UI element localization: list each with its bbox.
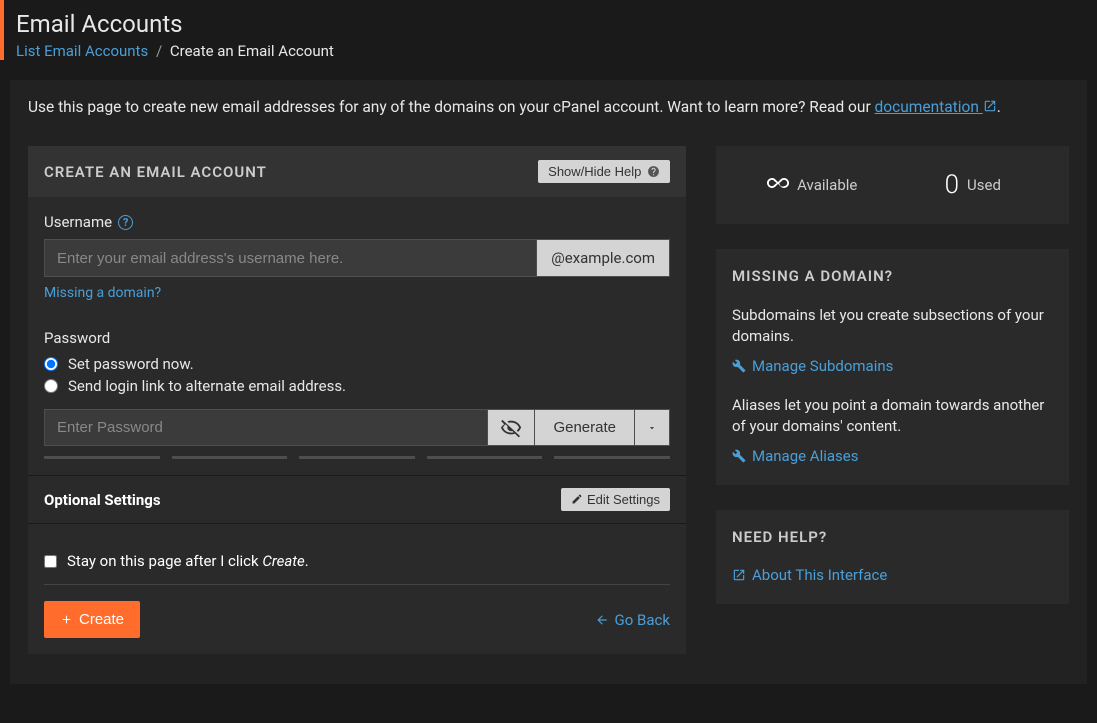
used-label: Used <box>967 176 1001 194</box>
edit-settings-button[interactable]: Edit Settings <box>561 488 670 511</box>
arrow-left-icon <box>595 613 609 627</box>
missing-domain-title: MISSING A DOMAIN? <box>716 249 1069 297</box>
breadcrumb: List Email Accounts / Create an Email Ac… <box>16 42 334 60</box>
need-help-panel: NEED HELP? About This Interface <box>716 510 1069 604</box>
external-link-icon <box>983 99 997 113</box>
plus-icon <box>60 613 73 626</box>
manage-subdomains-link[interactable]: Manage Subdomains <box>752 357 893 375</box>
missing-domain-link[interactable]: Missing a domain? <box>44 285 161 301</box>
page-title: Email Accounts <box>16 10 334 38</box>
stay-on-page-checkbox[interactable] <box>44 555 57 568</box>
about-interface-link[interactable]: About This Interface <box>752 566 887 584</box>
set-password-radio[interactable] <box>44 357 58 371</box>
manage-aliases-link[interactable]: Manage Aliases <box>752 447 858 465</box>
show-hide-help-button[interactable]: Show/Hide Help <box>538 160 670 183</box>
intro-text-after: . <box>997 98 1001 116</box>
strength-segment <box>299 456 415 459</box>
infinity-icon <box>767 172 789 199</box>
stats-card: Available 0 Used <box>716 146 1069 224</box>
wrench-icon <box>732 449 746 463</box>
go-back-link[interactable]: Go Back <box>595 611 670 629</box>
send-link-label[interactable]: Send login link to alternate email addre… <box>68 377 346 395</box>
set-password-label[interactable]: Set password now. <box>68 355 194 373</box>
create-email-panel: CREATE AN EMAIL ACCOUNT Show/Hide Help U… <box>28 146 686 654</box>
username-label: Username ? <box>44 213 670 231</box>
strength-segment <box>44 456 160 459</box>
need-help-title: NEED HELP? <box>716 510 1069 558</box>
subdomains-text: Subdomains let you create subsections of… <box>732 305 1053 347</box>
intro-text-before: Use this page to create new email addres… <box>28 98 875 116</box>
strength-segment <box>554 456 670 459</box>
used-value: 0 <box>945 170 959 200</box>
toggle-password-visibility-button[interactable] <box>488 409 535 446</box>
panel-title: CREATE AN EMAIL ACCOUNT <box>44 163 267 181</box>
create-button[interactable]: Create <box>44 601 140 638</box>
intro-text: Use this page to create new email addres… <box>28 98 1069 116</box>
username-input[interactable] <box>44 239 537 277</box>
help-icon[interactable]: ? <box>118 215 133 230</box>
wrench-icon <box>732 359 746 373</box>
password-strength-meter <box>44 456 670 459</box>
generate-options-button[interactable] <box>635 409 670 446</box>
optional-settings-bar: Optional Settings Edit Settings <box>28 475 686 524</box>
strength-segment <box>427 456 543 459</box>
accent-bar <box>0 0 4 60</box>
missing-domain-panel: MISSING A DOMAIN? Subdomains let you cre… <box>716 249 1069 485</box>
external-link-icon <box>732 568 746 582</box>
help-icon <box>647 165 660 178</box>
breadcrumb-list-link[interactable]: List Email Accounts <box>16 42 148 60</box>
caret-down-icon <box>647 423 657 433</box>
breadcrumb-separator: / <box>156 42 162 60</box>
documentation-link[interactable]: documentation <box>875 98 997 116</box>
stay-on-page-label[interactable]: Stay on this page after I click Create. <box>67 552 309 570</box>
password-input[interactable] <box>44 409 488 446</box>
available-label: Available <box>797 176 857 194</box>
optional-settings-title: Optional Settings <box>44 491 161 509</box>
domain-append: @example.com <box>537 239 670 277</box>
pencil-icon <box>571 493 583 505</box>
eye-slash-icon <box>500 417 522 439</box>
password-label: Password <box>44 329 670 347</box>
generate-password-button[interactable]: Generate <box>535 409 635 446</box>
aliases-text: Aliases let you point a domain towards a… <box>732 395 1053 437</box>
send-link-radio[interactable] <box>44 379 58 393</box>
breadcrumb-current: Create an Email Account <box>170 42 334 60</box>
strength-segment <box>172 456 288 459</box>
